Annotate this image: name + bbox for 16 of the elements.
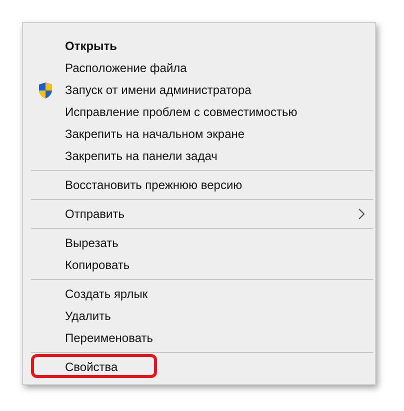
menu-item[interactable]: Создать ярлык	[65, 287, 375, 301]
shield-icon	[38, 82, 52, 98]
menu-item[interactable]: Вырезать	[65, 236, 375, 250]
menu-item[interactable]: Переименовать	[65, 331, 375, 345]
menu-item[interactable]: Открыть	[65, 39, 375, 53]
menu-item[interactable]: Расположение файла	[65, 61, 375, 75]
chevron-right-icon	[358, 208, 365, 220]
menu-item[interactable]: Закрепить на начальном экране	[65, 127, 375, 141]
menu-item[interactable]: Копировать	[65, 258, 375, 272]
menu-item[interactable]: Удалить	[65, 309, 375, 323]
menu-item[interactable]: Свойства	[65, 360, 375, 374]
menu-item[interactable]: Восстановить прежнюю версию	[65, 178, 375, 192]
menu-item[interactable]: Отправить	[65, 207, 358, 221]
menu-item[interactable]: Закрепить на панели задач	[65, 149, 375, 163]
menu-item[interactable]: Исправление проблем с совместимостью	[65, 105, 375, 119]
menu-item[interactable]: Запуск от имени администратора	[65, 83, 375, 97]
